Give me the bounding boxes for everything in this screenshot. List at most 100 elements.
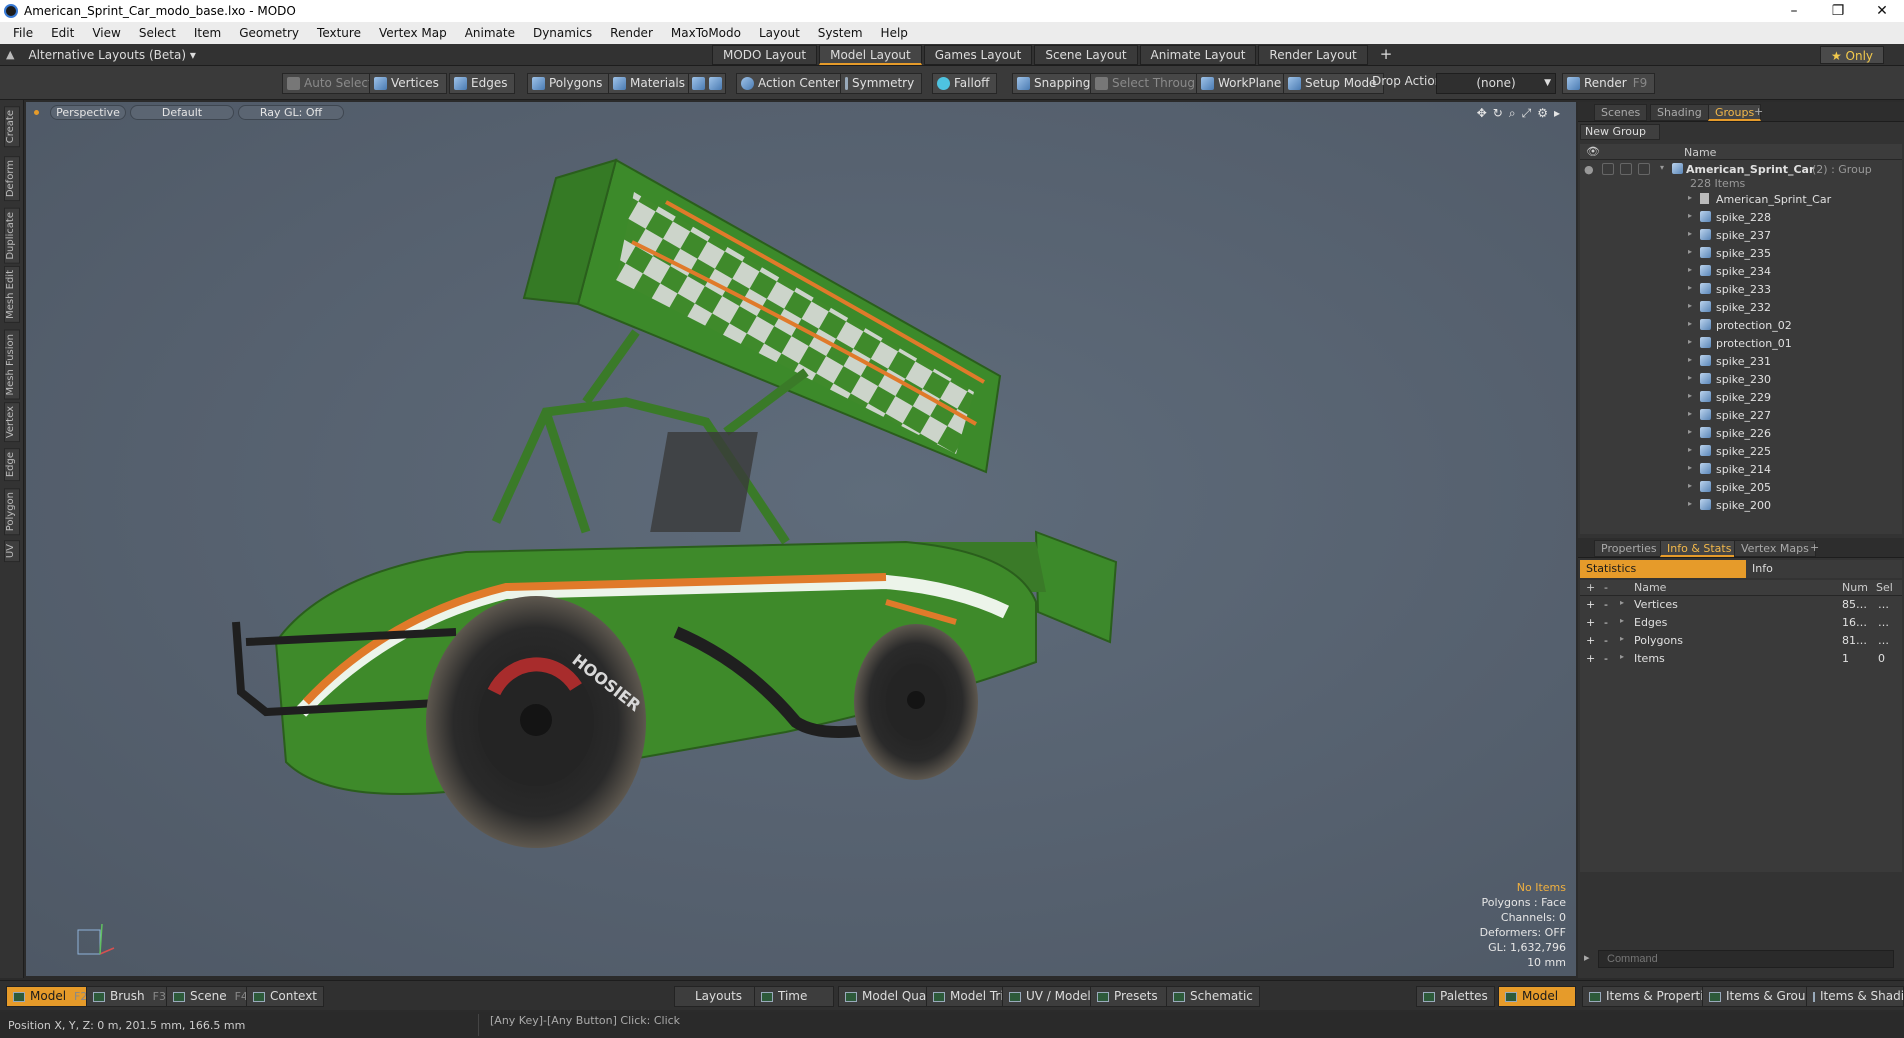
items-shading-button[interactable]: Items & Shading	[1806, 986, 1904, 1007]
menu-animate[interactable]: Animate	[456, 26, 524, 40]
expand-icon[interactable]: ▸	[1688, 211, 1692, 220]
scene-mode-button[interactable]: Scene F4	[166, 986, 255, 1007]
expand-icon[interactable]: ▸	[1620, 652, 1624, 661]
auto-select-button[interactable]: Auto Select	[282, 73, 381, 94]
drop-action-select[interactable]: (none) ▼	[1436, 73, 1556, 94]
list-item[interactable]: ▸ spike_237	[1580, 226, 1902, 244]
edges-button[interactable]: Edges	[449, 73, 516, 94]
falloff-button[interactable]: Falloff	[932, 73, 998, 94]
selection-sets-button[interactable]	[688, 73, 726, 94]
vertices-button[interactable]: Vertices	[369, 73, 447, 94]
expand-icon[interactable]: ▸	[1688, 193, 1692, 202]
setup-mode-button[interactable]: Setup Mode	[1283, 73, 1385, 94]
symmetry-button[interactable]: Symmetry	[840, 73, 923, 94]
expand-icon[interactable]: ▸	[1620, 598, 1624, 607]
menu-texture[interactable]: Texture	[308, 26, 370, 40]
expand-icon[interactable]: ▸	[1688, 427, 1692, 436]
tab-create[interactable]: Create	[4, 106, 20, 148]
list-item[interactable]: ▸ American_Sprint_Car	[1580, 190, 1902, 208]
menu-system[interactable]: System	[809, 26, 872, 40]
tab-deform[interactable]: Deform	[4, 156, 20, 202]
alternative-layouts-dropdown[interactable]: Alternative Layouts (Beta) ▾	[28, 48, 195, 62]
tab-model-layout[interactable]: Model Layout	[819, 45, 922, 65]
eye-column-icon[interactable]: 👁	[1586, 145, 1600, 158]
expand-all-icon[interactable]: +	[1586, 581, 1595, 594]
brush-mode-button[interactable]: Brush F3	[86, 986, 173, 1007]
only-toggle-button[interactable]: ★ Only	[1820, 46, 1884, 64]
expand-icon[interactable]: ▸	[1620, 634, 1624, 643]
tab-shading[interactable]: Shading	[1650, 104, 1709, 121]
tab-scene-layout[interactable]: Scene Layout	[1034, 45, 1138, 65]
table-row[interactable]: + - ▸ Vertices 85……	[1582, 596, 1904, 614]
time-button[interactable]: Time	[754, 986, 834, 1007]
schematic-button[interactable]: Schematic	[1166, 986, 1260, 1007]
menu-maxtomodo[interactable]: MaxToModo	[662, 26, 750, 40]
action-center-button[interactable]: Action Center	[736, 73, 848, 94]
tab-scenes[interactable]: Scenes	[1594, 104, 1648, 121]
table-row[interactable]: + - ▸ Items 1 0	[1582, 650, 1904, 668]
table-row[interactable]: + - ▸ Polygons 81……	[1582, 632, 1904, 650]
tab-info[interactable]: Info	[1746, 560, 1902, 578]
command-history-icon[interactable]: ▸	[1584, 951, 1590, 964]
expand-icon[interactable]: ▸	[1688, 265, 1692, 274]
expand-icon[interactable]: ▸	[1688, 337, 1692, 346]
name-column-header[interactable]: Name	[1684, 146, 1716, 159]
model-mode-button[interactable]: Model F2	[6, 986, 95, 1007]
menu-render[interactable]: Render	[601, 26, 662, 40]
list-item[interactable]: ▸ spike_235	[1580, 244, 1902, 262]
minimize-button[interactable]: –	[1772, 3, 1816, 19]
expand-icon[interactable]: ▾	[1660, 163, 1664, 172]
expand-icon[interactable]: ▸	[1688, 481, 1692, 490]
tab-animate-layout[interactable]: Animate Layout	[1139, 45, 1257, 65]
menu-select[interactable]: Select	[130, 26, 185, 40]
model-tri-button[interactable]: Model Tri	[926, 986, 1011, 1007]
tab-modo-layout[interactable]: MODO Layout	[712, 45, 818, 65]
list-item[interactable]: ▸ spike_228	[1580, 208, 1902, 226]
context-mode-button[interactable]: Context	[246, 986, 325, 1007]
table-row[interactable]: + - ▸ Edges 16……	[1582, 614, 1904, 632]
list-item[interactable]: ▸ spike_229	[1580, 388, 1902, 406]
layouts-button[interactable]: Layouts	[674, 986, 764, 1007]
expand-icon[interactable]: ▸	[1688, 229, 1692, 238]
menu-edit[interactable]: Edit	[42, 26, 83, 40]
add-tab-icon[interactable]: +	[1754, 105, 1763, 118]
list-item[interactable]: ▸ protection_01	[1580, 334, 1902, 352]
expand-icon[interactable]: ▸	[1688, 409, 1692, 418]
menu-geometry[interactable]: Geometry	[230, 26, 308, 40]
tab-mesh-edit[interactable]: Mesh Edit	[4, 266, 20, 323]
menu-dynamics[interactable]: Dynamics	[524, 26, 601, 40]
tab-vertex[interactable]: Vertex	[4, 402, 20, 443]
menu-item[interactable]: Item	[185, 26, 230, 40]
render-button[interactable]: Render F9	[1562, 73, 1656, 94]
tab-statistics[interactable]: Statistics	[1580, 560, 1746, 578]
new-group-button[interactable]: New Group	[1580, 124, 1660, 140]
maximize-button[interactable]: ❐	[1816, 3, 1860, 19]
tab-edge[interactable]: Edge	[4, 448, 20, 482]
materials-button[interactable]: Materials	[608, 73, 694, 94]
menu-file[interactable]: File	[4, 26, 42, 40]
list-item[interactable]: ▸ spike_200	[1580, 496, 1902, 514]
expand-icon[interactable]: ▸	[1688, 445, 1692, 454]
list-item[interactable]: ▸ protection_02	[1580, 316, 1902, 334]
tab-info-stats[interactable]: Info & Stats	[1660, 540, 1739, 557]
list-item[interactable]: ▸ spike_233	[1580, 280, 1902, 298]
menu-layout[interactable]: Layout	[750, 26, 809, 40]
palettes-button[interactable]: Palettes	[1416, 986, 1495, 1007]
expand-icon[interactable]: ▸	[1688, 391, 1692, 400]
expand-icon[interactable]: ▸	[1688, 283, 1692, 292]
expand-icon[interactable]: ▸	[1688, 355, 1692, 364]
tab-vertex-maps[interactable]: Vertex Maps	[1734, 540, 1816, 557]
list-item[interactable]: ▸ spike_234	[1580, 262, 1902, 280]
add-layout-button[interactable]: +	[1370, 45, 1403, 65]
list-item[interactable]: ▸ spike_225	[1580, 442, 1902, 460]
list-item[interactable]: ▸ spike_214	[1580, 460, 1902, 478]
command-input[interactable]	[1598, 950, 1894, 968]
pin-icon[interactable]: ▲	[6, 48, 14, 61]
expand-icon[interactable]: ▸	[1688, 373, 1692, 382]
tab-uv[interactable]: UV	[4, 540, 20, 563]
list-item[interactable]: ▸ spike_230	[1580, 370, 1902, 388]
snapping-button[interactable]: Snapping	[1012, 73, 1099, 94]
tab-render-layout[interactable]: Render Layout	[1258, 45, 1368, 65]
menu-view[interactable]: View	[83, 26, 129, 40]
tab-properties[interactable]: Properties	[1594, 540, 1664, 557]
